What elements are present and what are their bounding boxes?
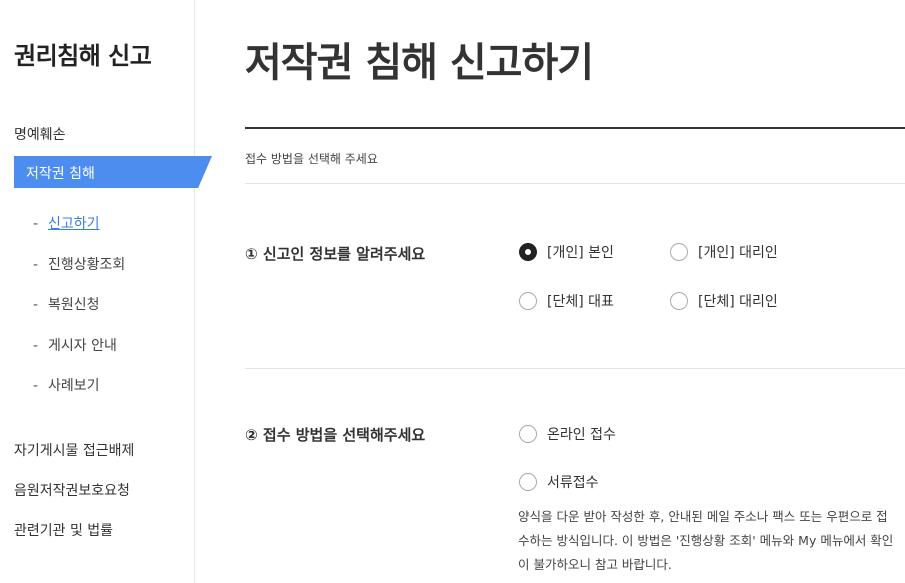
section-method-label: ② 접수 방법을 선택해주세요 bbox=[245, 426, 426, 444]
dash-marker: - bbox=[33, 257, 39, 273]
radio-label: [개인] 대리인 bbox=[698, 245, 778, 261]
instruction-text: 접수 방법을 선택해 주세요 bbox=[245, 152, 378, 166]
sidebar-item-defamation[interactable]: 명예훼손 bbox=[14, 124, 66, 144]
radio-label: 온라인 접수 bbox=[547, 427, 616, 443]
sidebar-subitem-poster-guide[interactable]: - 게시자 안내 bbox=[33, 335, 117, 355]
sidebar-item-related-laws[interactable]: 관련기관 및 법률 bbox=[14, 520, 113, 540]
sidebar-subitem-label: 게시자 안내 bbox=[48, 338, 117, 354]
divider bbox=[245, 368, 905, 369]
radio-checked-icon bbox=[519, 243, 537, 261]
sidebar-item-copyright[interactable]: 저작권 침해 bbox=[14, 156, 212, 188]
dash-marker: - bbox=[33, 216, 39, 232]
sidebar-title: 권리침해 신고 bbox=[14, 42, 152, 70]
radio-individual-agent[interactable]: [개인] 대리인 bbox=[670, 242, 778, 262]
dash-marker: - bbox=[33, 297, 39, 313]
document-method-description: 양식을 다운 받아 작성한 후, 안내된 메일 주소나 팩스 또는 우편으로 접… bbox=[518, 509, 894, 572]
radio-unchecked-icon bbox=[519, 292, 537, 310]
radio-document[interactable]: 서류접수 bbox=[519, 472, 599, 492]
divider bbox=[245, 183, 905, 184]
radio-unchecked-icon bbox=[670, 292, 688, 310]
sidebar-subitem-cases[interactable]: - 사례보기 bbox=[33, 375, 100, 395]
sidebar-item-self-exclusion[interactable]: 자기게시물 접근배제 bbox=[14, 440, 134, 460]
radio-online[interactable]: 온라인 접수 bbox=[519, 424, 616, 444]
sidebar-subitem-label: 사례보기 bbox=[48, 378, 100, 394]
radio-individual-self[interactable]: [개인] 본인 bbox=[519, 242, 614, 262]
sidebar: 권리침해 신고 명예훼손 저작권 침해 - 신고하기 - 진행상황조회 - 복원신청 … bbox=[0, 0, 212, 583]
radio-group-agent[interactable]: [단체] 대리인 bbox=[670, 291, 778, 311]
radio-unchecked-icon bbox=[519, 425, 537, 443]
main-content: 저작권 침해 신고하기 접수 방법을 선택해 주세요 ① 신고인 정보를 알려주… bbox=[245, 0, 905, 583]
sidebar-subitem-status[interactable]: - 진행상황조회 bbox=[33, 254, 125, 274]
radio-group-representative[interactable]: [단체] 대표 bbox=[519, 291, 614, 311]
page-title: 저작권 침해 신고하기 bbox=[245, 40, 594, 86]
dash-marker: - bbox=[33, 378, 39, 394]
radio-label: [단체] 대리인 bbox=[698, 294, 778, 310]
title-divider bbox=[245, 127, 905, 129]
sidebar-subitem-label: 신고하기 bbox=[48, 216, 100, 232]
dash-marker: - bbox=[33, 338, 39, 354]
sidebar-subitem-label: 복원신청 bbox=[48, 297, 100, 313]
radio-label: [단체] 대표 bbox=[547, 294, 614, 310]
radio-label: [개인] 본인 bbox=[547, 245, 614, 261]
sidebar-item-music-copyright[interactable]: 음원저작권보호요청 bbox=[14, 480, 130, 500]
section-reporter-label: ① 신고인 정보를 알려주세요 bbox=[245, 245, 426, 263]
radio-unchecked-icon bbox=[670, 243, 688, 261]
sidebar-subitem-restore[interactable]: - 복원신청 bbox=[33, 294, 100, 314]
radio-label: 서류접수 bbox=[547, 475, 599, 491]
radio-unchecked-icon bbox=[519, 473, 537, 491]
sidebar-subitem-label: 진행상황조회 bbox=[48, 257, 126, 273]
sidebar-subitem-report[interactable]: - 신고하기 bbox=[33, 213, 100, 233]
